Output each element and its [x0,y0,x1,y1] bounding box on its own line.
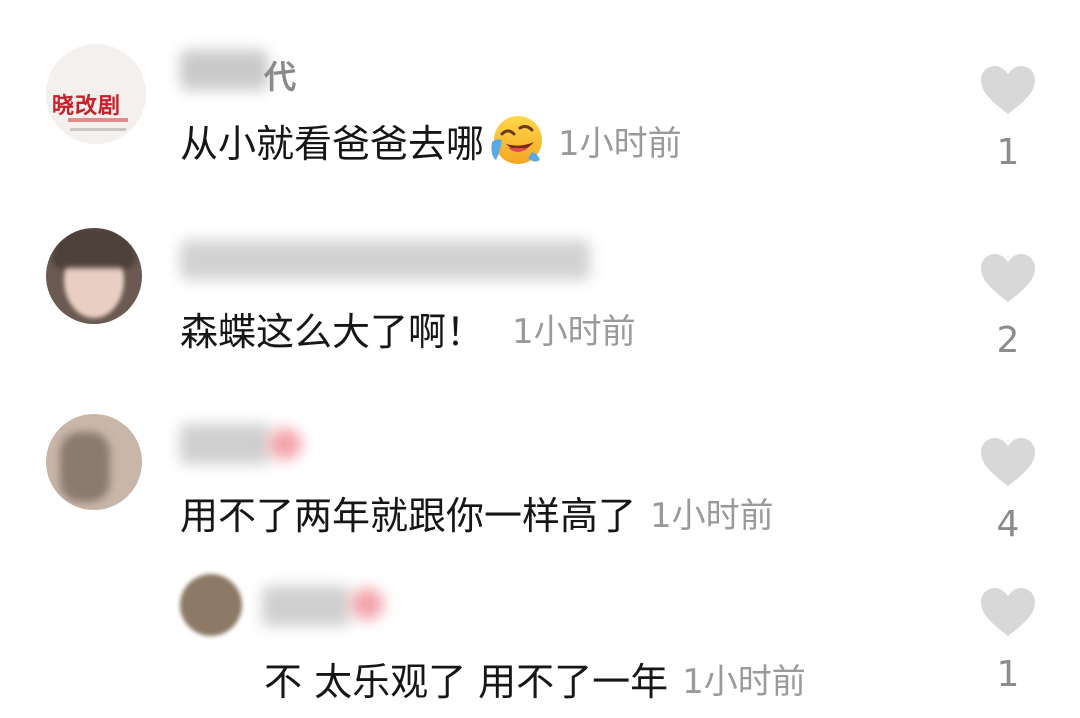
username-blurred[interactable] [180,240,590,280]
username-blurred[interactable] [180,50,268,90]
username-blurred[interactable] [180,424,270,464]
avatar[interactable] [46,228,142,324]
comment-item: 森蝶这么大了啊！ 1小时前 2 [0,200,1080,390]
username-suffix: 代 [264,58,297,96]
like-button[interactable]: 1 [978,64,1038,173]
comment-line: 用不了两年就跟你一样高了 1小时前 [180,484,774,540]
heart-icon [981,438,1035,486]
comment-time: 1小时前 [558,123,682,164]
comment-text: 森蝶这么大了啊！ [180,309,485,354]
avatar[interactable]: 晓改剧 [46,44,146,144]
laughing-crying-emoji-icon [491,116,543,164]
comment-time: 1小时前 [650,495,774,536]
heart-badge-blurred [268,428,302,460]
comment-line: 从小就看爸爸去哪 1小时前 [180,110,682,170]
reply-time: 1小时前 [682,661,806,702]
like-count: 2 [996,320,1020,361]
comment-item: 晓改剧 代 从小就看爸爸去哪 1小时前 1 [0,0,1080,200]
reply-item: 不 太乐观了 用不了一年 1小时前 1 [0,560,1080,718]
like-button[interactable]: 4 [978,436,1038,545]
heart-badge-blurred [350,588,384,620]
reply-text: 不 太乐观了 用不了一年 [264,659,669,704]
comment-item: 用不了两年就跟你一样高了 1小时前 4 [0,390,1080,560]
like-count: 4 [996,504,1020,545]
comment-text: 从小就看爸爸去哪 [180,121,485,166]
username-blurred[interactable] [262,586,350,626]
avatar[interactable] [180,574,242,636]
comment-line: 森蝶这么大了啊！ 1小时前 [180,300,636,356]
heart-icon [981,66,1035,114]
heart-icon [981,254,1035,302]
heart-icon [981,588,1035,636]
comment-text: 用不了两年就跟你一样高了 [180,493,637,538]
like-count: 1 [996,654,1020,695]
like-count: 1 [996,132,1020,173]
avatar-logo-text: 晓改剧 [52,94,122,119]
comment-time: 1小时前 [512,311,636,352]
reply-line: 不 太乐观了 用不了一年 1小时前 [264,650,806,706]
like-button[interactable]: 1 [978,586,1038,695]
avatar[interactable] [46,414,142,510]
like-button[interactable]: 2 [978,252,1038,361]
